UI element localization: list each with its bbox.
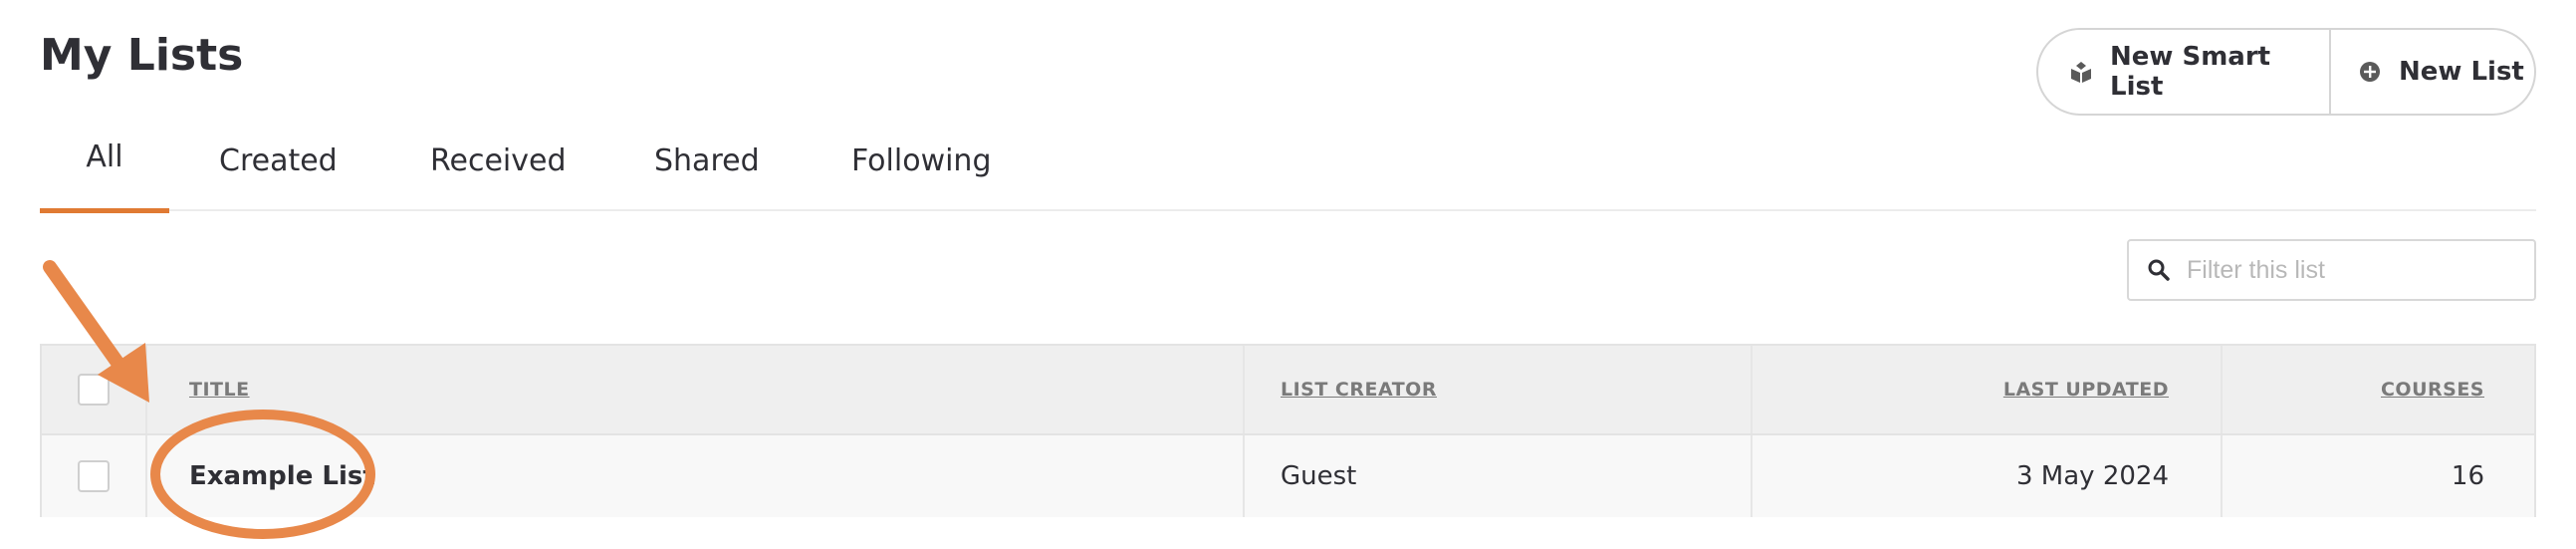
table-row[interactable]: Example List Guest 3 May 2024 16 xyxy=(42,435,2534,517)
row-checkbox-cell xyxy=(42,435,147,517)
tab-created[interactable]: Created xyxy=(219,130,418,211)
header-courses-cell: COURSES xyxy=(2223,346,2534,433)
tab-label: Shared xyxy=(654,143,760,178)
new-smart-list-button[interactable]: New Smart List xyxy=(2038,30,2331,114)
header-creator-cell: LIST CREATOR xyxy=(1245,346,1753,433)
select-all-checkbox[interactable] xyxy=(78,374,110,406)
row-checkbox[interactable] xyxy=(78,460,110,492)
filter-input[interactable] xyxy=(2187,241,2534,299)
header-checkbox-cell xyxy=(42,346,147,433)
tab-received[interactable]: Received xyxy=(430,130,629,211)
tab-label: Received xyxy=(430,143,567,178)
search-icon xyxy=(2147,258,2171,282)
plus-circle-icon xyxy=(2359,61,2381,83)
filter-box xyxy=(2127,239,2536,301)
list-creator: Guest xyxy=(1281,461,1357,491)
row-title-cell: Example List xyxy=(147,435,1245,517)
sort-creator-header[interactable]: LIST CREATOR xyxy=(1281,379,1437,401)
tab-following[interactable]: Following xyxy=(851,130,1051,211)
smart-list-icon xyxy=(2070,60,2092,84)
table-header-row: TITLE LIST CREATOR LAST UPDATED COURSES xyxy=(42,346,2534,435)
tab-label: Following xyxy=(851,143,992,178)
tab-label: All xyxy=(86,139,123,174)
sort-title-header[interactable]: TITLE xyxy=(189,379,250,401)
row-courses-cell: 16 xyxy=(2223,435,2534,517)
header-updated-cell: LAST UPDATED xyxy=(1753,346,2223,433)
row-updated-cell: 3 May 2024 xyxy=(1753,435,2223,517)
new-list-label: New List xyxy=(2399,57,2524,87)
row-creator-cell: Guest xyxy=(1245,435,1753,517)
sort-courses-header[interactable]: COURSES xyxy=(2381,379,2484,401)
list-tabs: All Created Received Shared Following xyxy=(40,130,2536,213)
list-actions: New Smart List New List xyxy=(2036,28,2536,116)
tab-shared[interactable]: Shared xyxy=(654,130,833,211)
new-list-button[interactable]: New List xyxy=(2331,30,2534,114)
sort-last-updated-header[interactable]: LAST UPDATED xyxy=(2003,379,2169,401)
header-title-cell: TITLE xyxy=(147,346,1245,433)
list-title-link[interactable]: Example List xyxy=(189,461,375,491)
last-updated: 3 May 2024 xyxy=(2016,461,2169,491)
new-smart-list-label: New Smart List xyxy=(2110,42,2271,102)
tab-all[interactable]: All xyxy=(40,130,169,213)
tab-label: Created xyxy=(219,143,338,178)
courses-count: 16 xyxy=(2451,461,2484,491)
page-title: My Lists xyxy=(40,30,244,81)
lists-table: TITLE LIST CREATOR LAST UPDATED COURSES … xyxy=(40,344,2536,517)
